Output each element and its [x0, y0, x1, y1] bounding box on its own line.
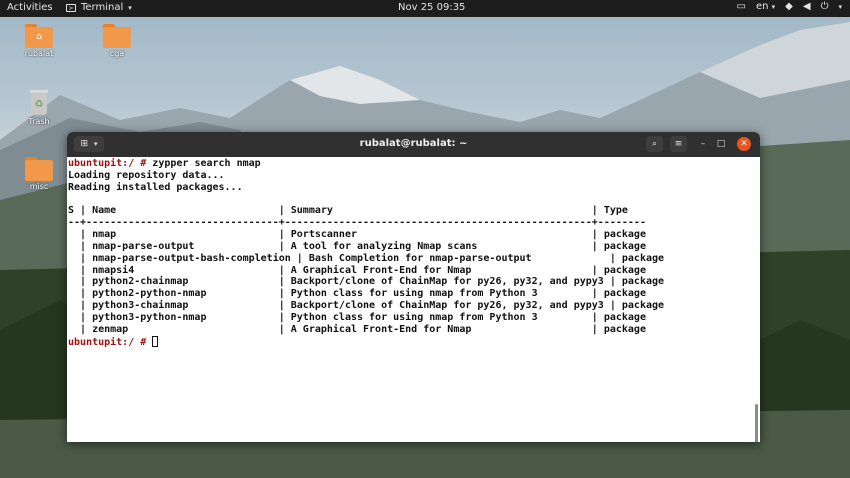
desktop-icon-misc[interactable]: misc: [14, 157, 64, 191]
shell-prompt: ubuntupit:/ #: [68, 336, 147, 348]
chevron-down-icon: ▾: [771, 3, 776, 11]
scrollbar[interactable]: [755, 404, 758, 442]
minimize-icon: –: [700, 139, 706, 149]
close-button[interactable]: ✕: [737, 137, 751, 151]
app-menu-label: Terminal: [81, 2, 124, 13]
output-line: Reading installed packages...: [68, 181, 243, 193]
maximize-icon: □: [716, 139, 726, 149]
power-icon[interactable]: ⏻: [821, 1, 829, 12]
terminal-output[interactable]: ubuntupit:/ # zypper search nmap Loading…: [67, 157, 760, 442]
search-icon: ⌕: [651, 139, 658, 149]
desktop-icon-label: Trash: [28, 117, 50, 126]
shell-prompt: ubuntupit:/ #: [68, 158, 147, 169]
system-tray[interactable]: ▭ en ▾ ◆ ◀ ⏻ ▾: [737, 1, 843, 12]
close-icon: ✕: [740, 139, 748, 149]
network-icon[interactable]: ◆: [785, 1, 793, 12]
top-bar: Activities > Terminal ▾ Nov 25 09:35 ▭ e…: [0, 0, 850, 17]
language-label: en: [755, 1, 769, 12]
minimize-button[interactable]: –: [696, 137, 710, 151]
table-row: | python3-chainmap | Backport/clone of C…: [68, 300, 665, 312]
desktop-icon-rubalat[interactable]: ⌂ rubalat: [14, 24, 64, 58]
clock[interactable]: Nov 25 09:35: [398, 2, 465, 13]
language-indicator[interactable]: en ▾: [756, 1, 775, 12]
table-row: | nmapsi4 | A Graphical Front-End for Nm…: [68, 264, 646, 276]
search-button[interactable]: ⌕: [646, 136, 663, 152]
terminal-text: ubuntupit:/ # zypper search nmap Loading…: [67, 157, 760, 349]
table-row: | python2-chainmap | Backport/clone of C…: [68, 276, 665, 288]
desktop-icon-label: misc: [29, 182, 49, 191]
desktop-icon-cga[interactable]: cga: [92, 24, 142, 58]
table-separator: --+--------------------------------+----…: [68, 217, 646, 229]
maximize-button[interactable]: □: [714, 137, 728, 151]
table-row: | nmap-parse-output-bash-completion | Ba…: [68, 252, 665, 264]
output-line: Loading repository data...: [68, 169, 225, 181]
table-row: | zenmap | A Graphical Front-End for Nma…: [68, 323, 646, 335]
table-row: | nmap-parse-output | A tool for analyzi…: [68, 240, 646, 252]
terminal-window[interactable]: ⊞ ▾ rubalat@rubalat: ~ ⌕ ≡ – □ ✕ ubuntup…: [67, 132, 760, 442]
trash-icon: ♻: [28, 90, 50, 116]
desktop-icon-label: cga: [109, 49, 125, 58]
volume-icon[interactable]: ◀: [803, 1, 811, 12]
hamburger-menu-icon: ≡: [674, 139, 683, 149]
table-row: | python2-python-nmap | Python class for…: [68, 288, 646, 300]
window-titlebar[interactable]: ⊞ ▾ rubalat@rubalat: ~ ⌕ ≡ – □ ✕: [67, 132, 760, 157]
chevron-down-icon: ▾: [838, 2, 842, 11]
folder-icon: [103, 24, 131, 48]
desktop-icon-label: rubalat: [24, 49, 54, 58]
table-header: S | Name | Summary | Type: [68, 205, 628, 217]
home-folder-icon: ⌂: [25, 24, 53, 48]
activities-button[interactable]: Activities: [7, 2, 53, 13]
folder-icon: [25, 157, 53, 181]
menu-button[interactable]: ≡: [670, 136, 687, 152]
display-icon[interactable]: ▭: [737, 1, 746, 12]
table-row: | nmap | Portscanner | package: [68, 229, 646, 241]
command-text: zypper search nmap: [146, 158, 261, 169]
table-row: | python3-python-nmap | Python class for…: [68, 311, 646, 323]
text-cursor: [152, 335, 159, 347]
app-menu[interactable]: > Terminal ▾: [66, 2, 132, 13]
terminal-icon: >: [66, 3, 76, 12]
desktop-icon-trash[interactable]: ♻ Trash: [14, 90, 64, 126]
chevron-down-icon: ▾: [128, 3, 132, 12]
